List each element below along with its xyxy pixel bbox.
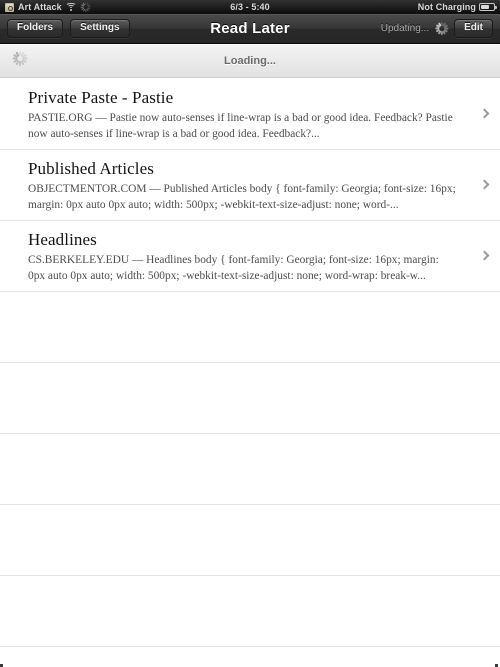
updating-status-label: Updating...	[380, 23, 430, 34]
row-title: Private Paste - Pastie	[28, 88, 174, 107]
nav-activity-spinner-icon	[435, 22, 449, 35]
battery-status-label: Not Charging	[417, 2, 476, 12]
table-row-empty	[0, 434, 500, 505]
table-row-empty	[0, 576, 500, 647]
battery-icon	[479, 3, 497, 11]
status-bar-right: Not Charging	[417, 2, 497, 12]
chevron-right-icon	[479, 250, 490, 261]
settings-button[interactable]: Settings	[70, 19, 130, 38]
article-list[interactable]: Private Paste - Pastie PASTIE.ORG — Pasti…	[0, 79, 500, 667]
loading-header: Loading...	[0, 45, 500, 78]
status-bar: Art Attack 6/3 - 5:40 Not Charging	[0, 0, 500, 14]
navigation-bar-left: Folders Settings	[7, 19, 130, 38]
status-bar-left: Art Attack	[5, 2, 91, 12]
row-excerpt: PASTIE.ORG — Pastie now auto-senses if l…	[28, 112, 453, 141]
chevron-right-icon	[479, 179, 490, 190]
navigation-bar-right: Updating... Edit	[381, 19, 493, 38]
folders-button[interactable]: Folders	[7, 19, 64, 38]
wifi-icon	[65, 2, 77, 12]
loading-label: Loading...	[224, 55, 276, 67]
table-row[interactable]: Headlines CS.BERKELEY.EDU — Headlines bod…	[0, 221, 500, 292]
status-activity-spinner-icon	[80, 2, 91, 12]
table-row[interactable]: Private Paste - Pastie PASTIE.ORG — Pasti…	[0, 79, 500, 150]
row-excerpt: OBJECTMENTOR.COM — Published Articles bo…	[28, 183, 456, 212]
table-row-empty	[0, 292, 500, 363]
carrier-label: Art Attack	[18, 2, 62, 12]
row-title: Headlines	[28, 230, 97, 249]
table-row-empty	[0, 363, 500, 434]
chevron-right-icon	[479, 108, 490, 119]
row-title: Published Articles	[28, 159, 154, 178]
app-root: Art Attack 6/3 - 5:40 Not Charging Folde…	[0, 0, 500, 667]
row-excerpt: CS.BERKELEY.EDU — Headlines body { font-…	[28, 254, 439, 283]
rotation-lock-icon	[5, 2, 14, 12]
edit-button[interactable]: Edit	[454, 19, 493, 38]
table-row-empty	[0, 505, 500, 576]
table-row[interactable]: Published Articles OBJECTMENTOR.COM — Pub…	[0, 150, 500, 221]
navigation-bar: Folders Settings Read Later Updating... …	[0, 14, 500, 44]
